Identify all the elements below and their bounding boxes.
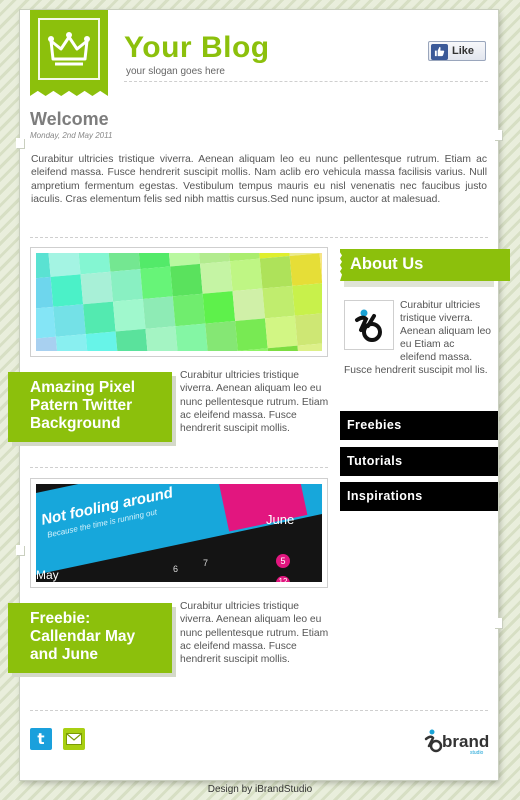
crown-icon	[48, 32, 90, 66]
calendar-image: Not fooling around Because the time is r…	[36, 484, 322, 582]
welcome-title: Welcome	[30, 109, 109, 129]
post-1-excerpt: Curabitur ultricies tristique viverra. A…	[180, 370, 329, 435]
pixel-tile	[47, 253, 81, 277]
ibrand-studio-logo[interactable]: brand studio	[422, 726, 490, 756]
pixel-tile	[259, 256, 293, 289]
pixel-tile	[289, 253, 322, 286]
paper-tear	[16, 138, 24, 148]
brand-avatar	[344, 300, 394, 350]
nav-item-freebies[interactable]: Freebies	[340, 411, 498, 440]
pixel-tile	[145, 326, 178, 351]
page-card: Your Blog your slogan goes here Like Wel…	[8, 10, 510, 780]
calendar-day: 6	[173, 564, 179, 574]
calendar-day-highlight: 12	[276, 576, 290, 582]
pixel-tile	[205, 321, 238, 351]
post-2-excerpt: Curabitur ultricies tristique viverra. A…	[180, 601, 329, 666]
calendar-month-may: May	[36, 568, 59, 582]
pixel-tile	[83, 301, 116, 335]
pixel-tile	[229, 258, 263, 292]
about-ribbon-shadow	[344, 281, 494, 287]
paper-tear	[494, 618, 502, 628]
calendar-month-june: June	[266, 512, 295, 527]
pixel-tile	[80, 271, 113, 305]
calendar-day-highlight: 5	[276, 554, 290, 568]
sidebar-divider	[340, 237, 488, 238]
post-2-thumbnail[interactable]: Not fooling around Because the time is r…	[30, 478, 328, 588]
pixel-tile	[170, 263, 203, 297]
pixel-tile	[294, 313, 322, 346]
pixel-tile	[112, 298, 146, 332]
brand-logo-icon	[355, 309, 382, 342]
about-us-title[interactable]: About Us	[340, 249, 510, 281]
twitter-icon[interactable]: t	[30, 728, 52, 750]
footer-divider	[30, 710, 488, 711]
pixel-tile	[202, 291, 236, 324]
pixel-tile	[235, 318, 268, 351]
pixel-tile	[172, 293, 206, 327]
post-divider	[30, 467, 328, 468]
paper-tear	[494, 130, 502, 140]
pixel-tile	[292, 283, 322, 316]
like-label: Like	[452, 45, 475, 57]
footer-credit[interactable]: Design by iBrandStudio	[0, 784, 520, 795]
paper-tear	[16, 545, 24, 555]
nav-item-inspirations[interactable]: Inspirations	[340, 482, 498, 511]
pixel-tile	[110, 269, 143, 302]
logo-box	[38, 18, 100, 80]
thumbs-up-icon	[431, 43, 448, 60]
logo-tab[interactable]	[30, 10, 108, 96]
pixel-tile	[50, 274, 84, 307]
nav-item-tutorials[interactable]: Tutorials	[340, 447, 498, 476]
post-1-title[interactable]: Amazing Pixel Patern Twitter Background	[8, 372, 172, 442]
calendar-day: 7	[203, 558, 209, 568]
pixel-tile	[262, 285, 295, 319]
header-divider	[124, 81, 488, 82]
brand-sub: studio	[470, 750, 484, 756]
blog-slogan: your slogan goes here	[126, 66, 225, 77]
pixel-tile	[232, 288, 266, 322]
email-icon[interactable]	[63, 728, 85, 750]
pixel-tile	[140, 266, 173, 299]
welcome-text: Curabitur ultricies tristique viverra. A…	[31, 154, 487, 205]
post-2-title[interactable]: Freebie: Callendar May and June	[8, 603, 172, 673]
pixel-tile	[142, 296, 176, 329]
pixel-tile	[200, 261, 233, 294]
pixel-tile	[175, 323, 208, 351]
pixel-tile	[53, 304, 86, 337]
brand-wordmark: brand	[442, 732, 490, 751]
welcome-date: Monday, 2nd May 2011	[30, 131, 113, 140]
pixel-tile	[265, 315, 298, 349]
pixel-tile	[85, 331, 119, 351]
facebook-like-button[interactable]: Like	[428, 41, 486, 61]
blog-title[interactable]: Your Blog	[124, 32, 270, 64]
pixel-tile	[115, 328, 149, 351]
post-1-thumbnail[interactable]	[30, 247, 328, 357]
pixel-tile	[55, 334, 89, 351]
pixel-pattern-image	[36, 253, 322, 351]
